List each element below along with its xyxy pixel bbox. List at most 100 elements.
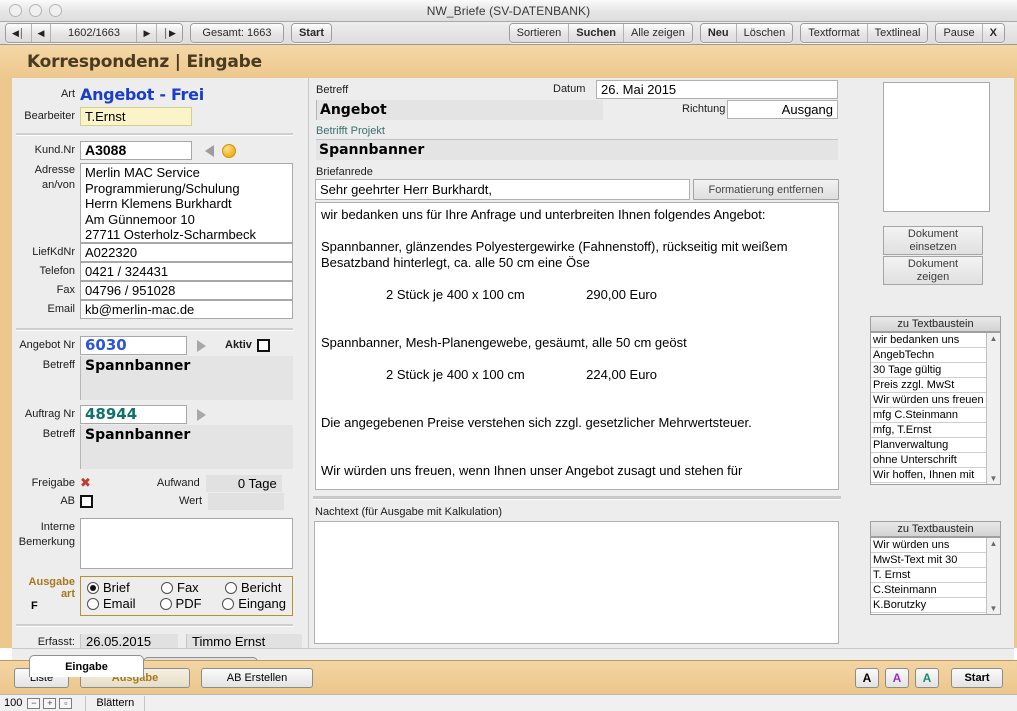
search-group[interactable]: Sortieren Suchen Alle zeigen: [508, 23, 693, 43]
text-tools-group[interactable]: Textformat Textlineal: [800, 23, 929, 43]
freigabe-x-icon[interactable]: ✖: [80, 476, 91, 491]
radio-email[interactable]: Email: [87, 596, 160, 611]
record-actions-group[interactable]: Neu Löschen: [699, 23, 794, 43]
angebot-betreff-value[interactable]: Spannbanner: [80, 356, 293, 400]
interne-bemerkung-textarea[interactable]: [80, 518, 293, 569]
search-button[interactable]: Suchen: [569, 24, 625, 42]
radio-fax[interactable]: Fax: [161, 580, 225, 595]
scroll-up-icon[interactable]: ▲: [990, 333, 998, 344]
angebot-goto-arrow-icon[interactable]: [197, 339, 206, 352]
nachtext-textarea[interactable]: [314, 521, 839, 644]
textbaustein-scrollbar-2[interactable]: ▲ ▼: [986, 538, 1000, 614]
briefanrede-input[interactable]: Sehr geehrter Herr Burkhardt,: [315, 179, 690, 200]
record-navigation-group[interactable]: ◀│ ◀ 1602/1663 ▶ │▶: [5, 23, 183, 43]
zoom-in-icon[interactable]: +: [43, 697, 57, 709]
email-input[interactable]: kb@merlin-mac.de: [80, 300, 293, 319]
delete-record-button[interactable]: Löschen: [736, 24, 793, 42]
radio-brief[interactable]: Brief: [87, 580, 161, 595]
pause-group[interactable]: Pause X: [935, 23, 1005, 43]
scroll-down-icon[interactable]: ▼: [990, 603, 998, 614]
bearbeiter-input[interactable]: T.Ernst: [80, 107, 192, 126]
list-item[interactable]: Preis zzgl. MwSt: [871, 378, 986, 393]
radio-email-icon[interactable]: [87, 597, 99, 610]
right-tools-panel: Dokument einsetzen Dokument zeigen zu Te…: [866, 78, 1014, 648]
adresse-textarea[interactable]: Merlin MAC Service Programmierung/Schulu…: [80, 163, 293, 243]
radio-bericht[interactable]: Bericht: [225, 580, 281, 595]
textbaustein-list-1[interactable]: wir bedanken uns AngebTechn 30 Tage gült…: [870, 332, 1001, 485]
list-item[interactable]: Planverwaltung: [871, 438, 986, 453]
font-style-a-black-button[interactable]: A: [855, 667, 879, 688]
list-item[interactable]: T. Ernst: [871, 568, 986, 583]
radio-fax-icon[interactable]: [161, 581, 173, 594]
status-dot-icon[interactable]: [222, 143, 236, 158]
radio-pdf-icon[interactable]: [159, 597, 172, 610]
new-record-button[interactable]: Neu: [700, 24, 737, 42]
aktiv-checkbox[interactable]: [256, 339, 270, 352]
textbaustein-header-2[interactable]: zu Textbaustein: [870, 521, 1001, 537]
ausgabe-art-radiogroup[interactable]: Brief Fax Bericht Email PDF Eingang: [80, 576, 293, 616]
start-bottom-button[interactable]: Start: [951, 667, 1003, 688]
projekt-value[interactable]: Spannbanner: [316, 139, 838, 160]
scroll-down-icon[interactable]: ▼: [990, 473, 998, 484]
last-record-button[interactable]: │▶: [157, 24, 182, 42]
liefkdnr-input[interactable]: A022320: [80, 243, 293, 262]
kundnr-prev-arrow-icon[interactable]: [205, 144, 214, 157]
radio-bericht-icon[interactable]: [225, 581, 237, 594]
tab-eingabe[interactable]: Eingabe: [29, 655, 144, 677]
first-record-button[interactable]: ◀│: [6, 24, 32, 42]
angebot-nr-input[interactable]: 6030: [80, 336, 187, 355]
next-record-button[interactable]: ▶: [137, 24, 158, 42]
betreff-value[interactable]: Angebot: [316, 100, 603, 120]
telefon-input[interactable]: 0421 / 324431: [80, 262, 293, 281]
list-item[interactable]: MwSt-Text mit 30: [871, 553, 986, 568]
fax-input[interactable]: 04796 / 951028: [80, 281, 293, 300]
textbaustein-scrollbar-1[interactable]: ▲ ▼: [986, 333, 1000, 484]
kundnr-input[interactable]: A3088: [80, 141, 192, 160]
radio-brief-icon[interactable]: [87, 581, 99, 594]
list-item[interactable]: K.Borutzky: [871, 598, 986, 613]
list-item[interactable]: mfg C.Steinmann: [871, 408, 986, 423]
letter-body-textarea[interactable]: wir bedanken uns für Ihre Anfrage und un…: [315, 202, 839, 490]
document-preview[interactable]: [883, 82, 990, 212]
list-item[interactable]: mfg, T.Ernst: [871, 423, 986, 438]
list-item[interactable]: Wir hoffen, Ihnen mit: [871, 468, 986, 483]
richtung-input[interactable]: Ausgang: [727, 100, 838, 119]
radio-eingang[interactable]: Eingang: [222, 596, 286, 611]
list-item[interactable]: Wir würden uns freuen: [871, 393, 986, 408]
sort-button[interactable]: Sortieren: [509, 24, 570, 42]
pause-button[interactable]: Pause: [936, 24, 983, 42]
dokument-zeigen-button[interactable]: Dokument zeigen: [883, 256, 983, 285]
previous-record-button[interactable]: ◀: [31, 24, 52, 42]
show-all-button[interactable]: Alle zeigen: [624, 24, 692, 42]
record-counter[interactable]: 1602/1663: [51, 24, 138, 42]
start-group[interactable]: Start: [290, 23, 332, 43]
ab-checkbox[interactable]: [80, 495, 93, 508]
text-ruler-button[interactable]: Textlineal: [867, 24, 928, 42]
list-item[interactable]: 30 Tage gültig: [871, 363, 986, 378]
auftrag-goto-arrow-icon[interactable]: [197, 408, 206, 421]
text-format-button[interactable]: Textformat: [801, 24, 868, 42]
radio-pdf[interactable]: PDF: [159, 596, 223, 611]
panel-toggle-icon[interactable]: ▫: [59, 697, 73, 709]
auftrag-nr-input[interactable]: 48944: [80, 405, 187, 424]
close-toolbar-button[interactable]: X: [982, 24, 1004, 42]
list-item[interactable]: ohne Unterschrift: [871, 453, 986, 468]
aktiv-label: Aktiv: [225, 339, 252, 351]
font-style-a-purple-button[interactable]: A: [885, 667, 909, 688]
dokument-einsetzen-button[interactable]: Dokument einsetzen: [883, 226, 983, 255]
list-item[interactable]: wir bedanken uns: [871, 333, 986, 348]
list-item[interactable]: C.Steinmann: [871, 583, 986, 598]
radio-eingang-icon[interactable]: [222, 597, 235, 610]
zoom-out-icon[interactable]: −: [27, 697, 41, 709]
scroll-up-icon[interactable]: ▲: [990, 538, 998, 549]
auftrag-betreff-value[interactable]: Spannbanner: [80, 425, 293, 469]
textbaustein-list-2[interactable]: Wir würden uns MwSt-Text mit 30 T. Ernst…: [870, 537, 1001, 615]
ab-erstellen-button[interactable]: AB Erstellen: [201, 667, 313, 688]
list-item[interactable]: AngebTechn: [871, 348, 986, 363]
datum-input[interactable]: 26. Mai 2015: [596, 80, 838, 99]
remove-formatting-button[interactable]: Formatierung entfernen: [693, 179, 839, 200]
list-item[interactable]: Wir würden uns: [871, 538, 986, 553]
font-style-a-green-button[interactable]: A: [915, 667, 939, 688]
start-button[interactable]: Start: [291, 24, 331, 42]
textbaustein-header-1[interactable]: zu Textbaustein: [870, 316, 1001, 332]
